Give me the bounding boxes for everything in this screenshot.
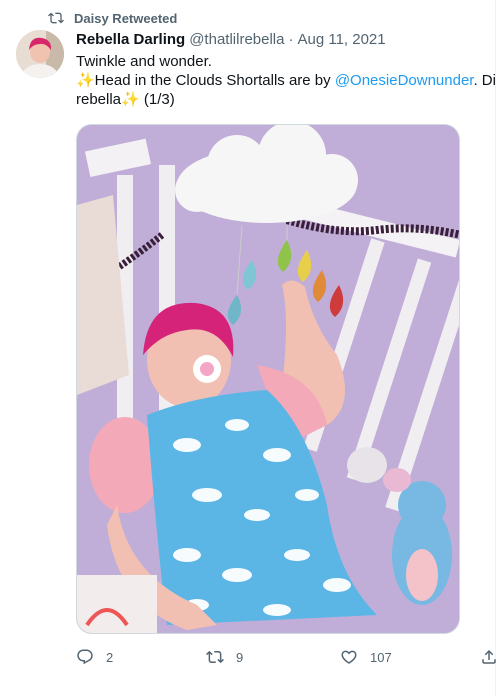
tweet-text-line-2: ✨Head in the Clouds Shortalls are by @On… xyxy=(76,71,496,90)
tweet-text-line-3: rebella✨ (1/3) xyxy=(76,91,175,108)
reply-count: 2 xyxy=(106,649,114,665)
like-icon xyxy=(341,650,357,664)
tweet-text-line-1: Twinkle and wonder. xyxy=(76,53,212,70)
tweet-text-line-2-prefix: ✨Head in the Clouds Shortalls are by xyxy=(76,72,335,89)
like-button[interactable]: 107 xyxy=(340,648,392,666)
avatar[interactable] xyxy=(16,30,64,78)
tweet-text-line-2-suffix: . Dis xyxy=(473,72,496,89)
tweet-date[interactable]: Aug 11, 2021 xyxy=(297,31,385,48)
user-handle[interactable]: @thatlilrebella xyxy=(189,31,284,48)
tweet-actions: 2 9 107 xyxy=(76,648,496,668)
share-icon xyxy=(482,649,496,664)
like-count: 107 xyxy=(370,649,392,665)
display-name[interactable]: Rebella Darling xyxy=(76,31,185,48)
mention-link[interactable]: @OnesieDownunder xyxy=(335,72,474,89)
retweet-count: 9 xyxy=(236,649,244,665)
tweet-text: Twinkle and wonder. ✨Head in the Clouds … xyxy=(76,52,496,109)
tweet-header: Rebella Darling @thatlilrebella · Aug 11… xyxy=(76,31,386,48)
share-button[interactable] xyxy=(480,648,496,666)
reply-icon xyxy=(77,649,93,665)
retweet-context[interactable]: Daisy Retweeted xyxy=(48,10,177,26)
tweet-photo[interactable] xyxy=(76,124,460,634)
retweet-label: Daisy Retweeted xyxy=(74,10,178,26)
retweet-button[interactable]: 9 xyxy=(206,648,243,666)
retweet-action-icon xyxy=(206,650,224,664)
retweet-icon xyxy=(48,12,64,24)
header-separator: · xyxy=(288,31,294,48)
reply-button[interactable]: 2 xyxy=(76,648,113,666)
